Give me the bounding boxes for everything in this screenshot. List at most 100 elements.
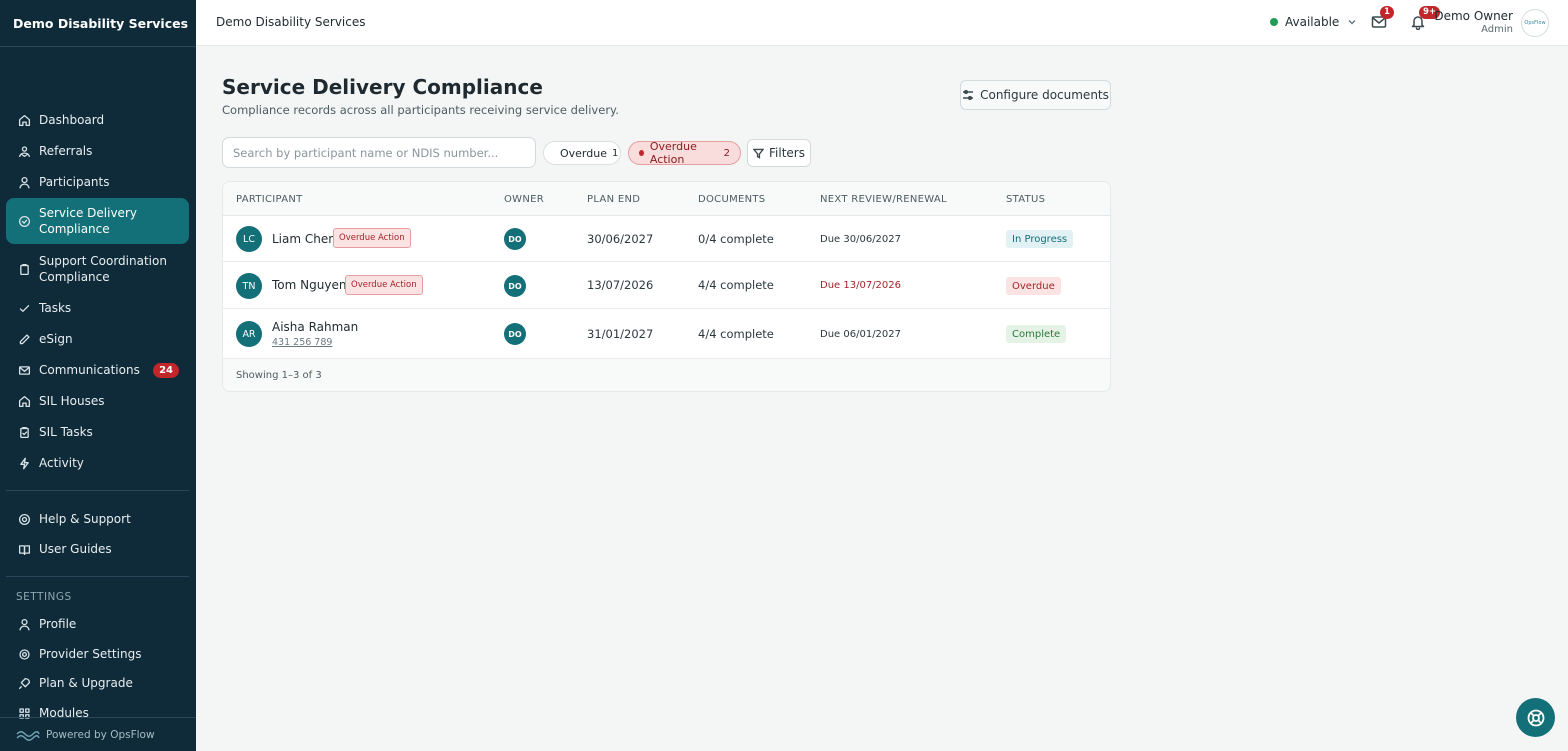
owner-avatar: DO [504,228,526,250]
table-row[interactable]: LC Liam Chen Overdue Action DO 30/06/202… [223,216,1110,262]
sidebar-item-label: Plan & Upgrade [39,676,133,690]
participant-name[interactable]: Aisha Rahman [272,320,358,334]
column-header-plan-end[interactable]: PLAN END [587,194,640,205]
user-icon [17,175,31,189]
column-header-status[interactable]: STATUS [1006,194,1045,205]
sidebar-item-user-guides[interactable]: User Guides [6,538,189,560]
participant-initials: AR [236,321,262,347]
sidebar-item-support-coordination-compliance[interactable]: Support Coordination Compliance [6,246,189,292]
overdue-action-tag: Overdue Action [345,275,423,295]
table-row[interactable]: AR Aisha Rahman 431 256 789 DO 31/01/202… [223,309,1110,359]
chevron-down-icon [1348,19,1356,25]
available-status-dot [1270,18,1278,26]
owner-avatar: DO [504,275,526,297]
next-review-date: Due 30/06/2027 [820,234,902,245]
status-badge: In Progress [1006,230,1074,248]
participant-name[interactable]: Tom Nguyen [272,278,346,292]
org-name: Demo Disability Services [0,0,196,47]
lifebuoy-icon [1527,709,1544,726]
powered-by-text: Powered by OpsFlow [46,728,155,741]
avatar[interactable]: OpsFlow [1521,9,1549,37]
filters-label: Filters [769,146,805,160]
sidebar-item-participants[interactable]: Participants [6,171,189,193]
sidebar-item-label: Help & Support [39,512,131,526]
user-icon [17,617,31,631]
availability-dropdown[interactable]: Available [1270,15,1357,29]
pagination-summary: Showing 1–3 of 3 [236,370,322,381]
page-title: Service Delivery Compliance [222,75,543,99]
column-header-owner[interactable]: OWNER [504,194,544,205]
messages-badge: 1 [1380,6,1394,19]
settings-heading: SETTINGS [16,591,72,603]
topbar-title: Demo Disability Services [216,15,366,29]
participant-name[interactable]: Liam Chen [272,232,336,246]
documents-progress: 4/4 complete [698,278,774,292]
overdue-action-filter-chip[interactable]: Overdue Action 2 [628,140,741,166]
sidebar-item-label: Communications [39,363,140,377]
sidebar-item-plan-upgrade[interactable]: Plan & Upgrade [6,672,189,694]
sidebar-item-label: SIL Tasks [39,425,93,439]
sidebar-item-communications[interactable]: Communications 24 [6,359,189,381]
user-role: Admin [1481,24,1513,35]
next-review-date: Due 06/01/2027 [820,329,902,340]
sidebar-item-dashboard[interactable]: Dashboard [6,109,189,131]
sidebar-item-label: Service Delivery Compliance [39,206,137,236]
sidebar-item-tasks[interactable]: Tasks [6,297,189,319]
sidebar-item-label: Dashboard [39,113,105,127]
sidebar-item-sil-houses[interactable]: SIL Houses [6,390,189,412]
sidebar-item-sil-tasks[interactable]: SIL Tasks [6,421,189,443]
sidebar-item-profile[interactable]: Profile [6,613,189,635]
opsflow-logo-icon [16,730,40,741]
check-icon [17,301,31,315]
bolt-icon [17,456,31,470]
sidebar-item-service-delivery-compliance[interactable]: Service Delivery Compliance [6,198,189,244]
sidebar-item-help-support[interactable]: Help & Support [6,508,189,530]
filters-button[interactable]: Filters [747,139,811,167]
overdue-chip-label: Overdue [560,146,607,160]
clipboard-check-icon [17,425,31,439]
gear-icon [17,647,31,661]
plan-end-date: 31/01/2027 [587,327,654,341]
search-input[interactable] [222,137,536,168]
documents-progress: 4/4 complete [698,327,774,341]
overdue-action-dot [639,150,644,156]
sidebar-item-label: Referrals [39,144,93,158]
messages-button[interactable]: 1 [1371,6,1394,32]
overdue-filter-chip[interactable]: Overdue 1 [543,141,621,165]
sidebar-item-referrals[interactable]: Referrals [6,140,189,162]
status-badge: Complete [1006,325,1067,343]
sidebar-item-label: Profile [39,617,77,631]
overdue-chip-count: 1 [612,147,619,159]
configure-documents-button[interactable]: Configure documents [960,80,1111,110]
mail-icon [17,363,31,377]
column-header-next-review[interactable]: NEXT REVIEW/RENEWAL [820,194,947,205]
sidebar-divider [6,490,189,491]
check-circle-icon [17,214,31,228]
overdue-action-chip-count: 2 [723,147,730,159]
sidebar-item-label: Support Coordination Compliance [39,254,167,284]
sidebar: Demo Disability Services Dashboard Refer… [0,0,196,751]
house-icon [17,394,31,408]
user-name: Demo Owner [1434,9,1513,23]
powered-by: Powered by OpsFlow [0,717,196,751]
plan-end-date: 13/07/2026 [587,278,654,292]
notifications-button[interactable]: 9+ [1410,6,1441,32]
sidebar-item-provider-settings[interactable]: Provider Settings [6,643,189,665]
table-row[interactable]: TN Tom Nguyen Overdue Action DO 13/07/20… [223,262,1110,309]
sidebar-item-activity[interactable]: Activity [6,452,189,474]
column-header-participant[interactable]: PARTICIPANT [236,194,303,205]
ndis-number-link[interactable]: 431 256 789 [272,337,332,348]
compliance-table: PARTICIPANT OWNER PLAN END DOCUMENTS NEX… [222,181,1111,392]
book-icon [17,542,31,556]
avatar-logo-text: OpsFlow [1524,20,1546,26]
pen-icon [17,332,31,346]
sidebar-item-esign[interactable]: eSign [6,328,189,350]
user-menu[interactable]: Demo Owner Admin [1432,9,1513,35]
participant-initials: LC [236,226,262,252]
overdue-action-chip-label: Overdue Action [649,140,697,166]
column-header-documents[interactable]: DOCUMENTS [698,194,765,205]
sidebar-item-label: Tasks [39,301,72,315]
help-button[interactable] [1516,698,1555,737]
sidebar-item-label: Participants [39,175,110,189]
configure-documents-label: Configure documents [980,88,1109,102]
